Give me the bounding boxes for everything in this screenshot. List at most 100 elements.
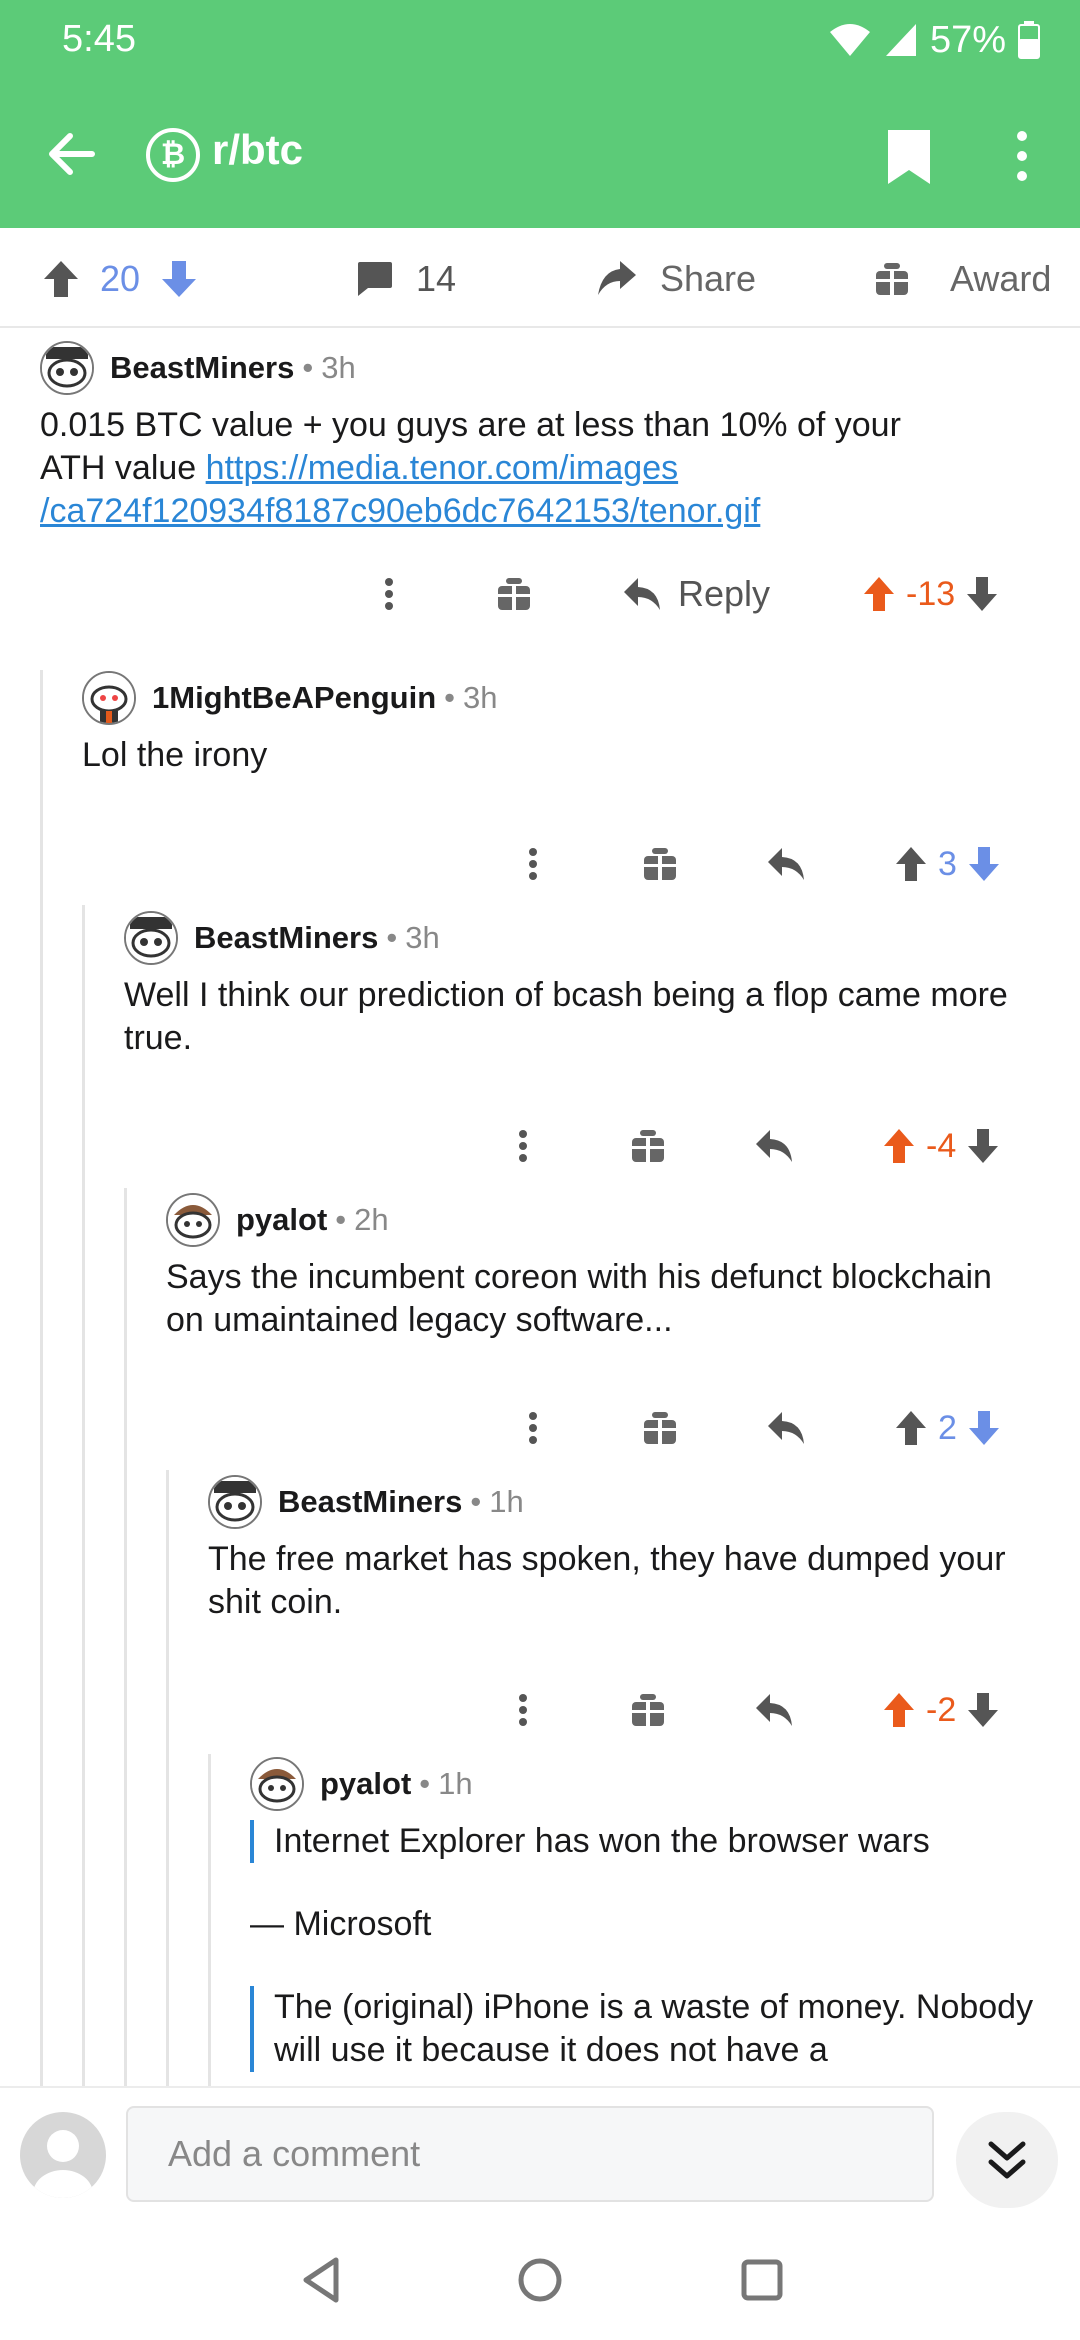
share-button[interactable]: Share (596, 254, 756, 304)
comment-author[interactable]: pyalot (320, 1766, 411, 1802)
more-options-icon[interactable] (518, 1398, 548, 1458)
comment-age: 1h (438, 1766, 473, 1801)
comment-meta: pyalot • 1h (250, 1756, 1040, 1812)
home-circle-icon[interactable] (510, 2250, 570, 2310)
more-options-icon[interactable] (508, 1116, 538, 1176)
comment-age-dot: • (470, 1484, 482, 1519)
comment-actions: 3 (0, 834, 1080, 894)
comment: BeastMiners • 3h Well I think our predic… (124, 910, 1024, 1060)
back-arrow-icon[interactable] (42, 124, 102, 184)
upvote-icon[interactable] (882, 1127, 916, 1165)
avatar[interactable] (82, 671, 136, 725)
comment-age: 3h (463, 680, 498, 715)
avatar[interactable] (124, 911, 178, 965)
downvote-icon[interactable] (966, 1691, 1000, 1729)
comment-body: 0.015 BTC value + you guys are at less t… (40, 404, 940, 533)
user-avatar[interactable] (20, 2112, 106, 2198)
downvote-icon[interactable] (965, 575, 999, 613)
comment-bubble-icon (358, 262, 392, 296)
upvote-icon[interactable] (42, 259, 80, 299)
downvote-icon[interactable] (966, 1127, 1000, 1165)
thread-line-2[interactable] (82, 905, 85, 2086)
comment-link-line-2[interactable]: /ca724f120934f8187c90eb6dc7642153/tenor.… (40, 492, 760, 530)
more-options-icon[interactable] (518, 834, 548, 894)
downvote-icon[interactable] (967, 1409, 1001, 1447)
add-comment-input[interactable]: Add a comment (126, 2106, 934, 2202)
comment-age-dot: • (386, 920, 398, 955)
subreddit-name[interactable]: r/btc (212, 126, 303, 174)
status-time: 5:45 (62, 18, 136, 60)
comment-author[interactable]: BeastMiners (278, 1484, 462, 1520)
double-chevron-down-icon (988, 2141, 1026, 2179)
gift-icon[interactable] (630, 1680, 666, 1740)
reply-arrow-icon[interactable] (754, 1116, 794, 1176)
comment-count: 14 (416, 258, 457, 299)
subreddit-icon: ₿ (146, 128, 200, 182)
reply-arrow-icon[interactable] (766, 834, 806, 894)
comment-age: 1h (489, 1484, 524, 1519)
comment-author[interactable]: pyalot (236, 1202, 327, 1238)
quote-block: Internet Explorer has won the browser wa… (250, 1820, 1040, 1863)
status-bar: 5:45 57% (0, 0, 1080, 80)
status-icons: 57% (828, 18, 1040, 62)
upvote-icon[interactable] (894, 1409, 928, 1447)
post-vote-group: 20 (42, 254, 198, 304)
comment-author[interactable]: 1MightBeAPenguin (152, 680, 436, 716)
avatar[interactable] (40, 341, 94, 395)
downvote-icon[interactable] (967, 845, 1001, 883)
avatar[interactable] (208, 1475, 262, 1529)
back-triangle-icon[interactable] (292, 2250, 352, 2310)
comment: BeastMiners • 3h 0.015 BTC value + you g… (40, 340, 1040, 533)
comment: pyalot • 1h Internet Explorer has won th… (250, 1756, 1040, 2072)
more-options-icon[interactable] (374, 564, 404, 624)
gift-icon[interactable] (642, 1398, 678, 1458)
vote-group: 3 (894, 834, 1001, 894)
thread-line-3[interactable] (124, 1188, 127, 2086)
award-label: Award (950, 258, 1052, 299)
bookmark-icon[interactable] (884, 128, 934, 186)
avatar[interactable] (166, 1193, 220, 1247)
gift-icon[interactable] (630, 1116, 666, 1176)
upvote-icon[interactable] (882, 1691, 916, 1729)
comment-author[interactable]: BeastMiners (194, 920, 378, 956)
upvote-icon[interactable] (894, 845, 928, 883)
app-bar: ₿ r/btc (0, 100, 1080, 210)
comment-thread: BeastMiners • 3h 0.015 BTC value + you g… (0, 330, 1080, 2086)
upvote-icon[interactable] (862, 575, 896, 613)
comment-author[interactable]: BeastMiners (110, 350, 294, 386)
avatar[interactable] (250, 1757, 304, 1811)
thread-line-4[interactable] (166, 1470, 169, 2086)
comment-composer: Add a comment (0, 2086, 1080, 2220)
gift-icon[interactable] (496, 564, 532, 624)
quote-attribution: — Microsoft (250, 1905, 432, 1943)
comment-age-dot: • (335, 1202, 347, 1237)
system-nav-bar (0, 2220, 1080, 2340)
comment-meta: BeastMiners • 3h (124, 910, 1024, 966)
comment-actions: -2 (0, 1680, 1080, 1740)
recents-square-icon[interactable] (732, 2250, 792, 2310)
comment-link-line-1[interactable]: https://media.tenor.com/images (206, 449, 678, 487)
gift-icon[interactable] (642, 834, 678, 894)
award-button[interactable]: Award (874, 254, 1051, 304)
reply-arrow-icon[interactable] (754, 1680, 794, 1740)
comment-age: 2h (354, 1202, 389, 1237)
quote-block: The (original) iPhone is a waste of mone… (250, 1986, 1040, 2072)
downvote-icon[interactable] (160, 259, 198, 299)
battery-icon (1018, 21, 1040, 59)
collapse-thread-button[interactable] (956, 2112, 1058, 2208)
comment-meta: pyalot • 2h (166, 1192, 1026, 1248)
vote-group: -2 (882, 1680, 1000, 1740)
thread-line-5[interactable] (208, 1754, 211, 2086)
comment: BeastMiners • 1h The free market has spo… (208, 1474, 1028, 1624)
wifi-icon (829, 24, 870, 56)
vote-group: -4 (882, 1116, 1000, 1176)
comment-score: -4 (926, 1126, 957, 1165)
reply-button[interactable]: Reply (622, 564, 770, 624)
more-options-icon[interactable] (508, 1680, 538, 1740)
more-options-icon[interactable] (1000, 126, 1044, 186)
post-score: 20 (100, 258, 141, 299)
reply-arrow-icon[interactable] (766, 1398, 806, 1458)
comments-button[interactable]: 14 (354, 254, 456, 304)
comment-body: Lol the irony (82, 736, 268, 774)
app-header: 5:45 57% ₿ r/btc (0, 0, 1080, 228)
